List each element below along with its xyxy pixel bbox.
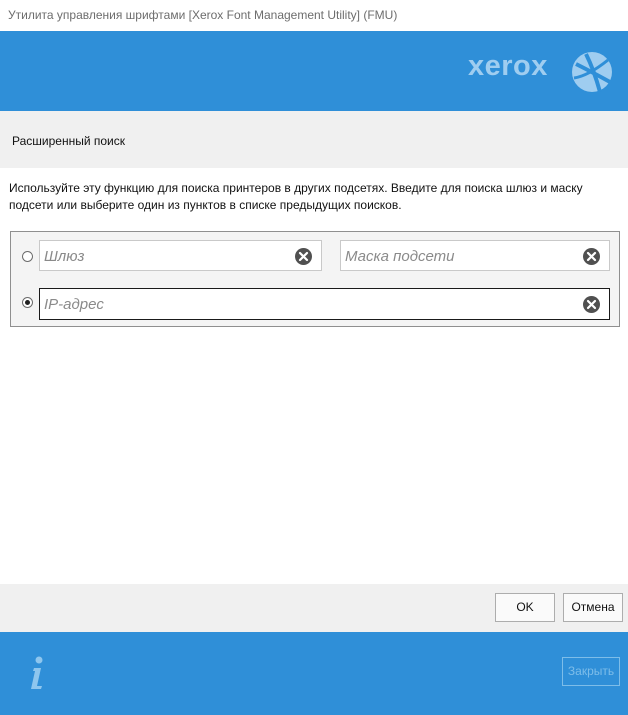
subnet-mask-input[interactable] [345, 245, 570, 267]
ok-button[interactable]: OK [495, 593, 555, 622]
xerox-logo-text: xerox [468, 50, 548, 82]
gateway-field[interactable] [39, 240, 322, 271]
section-title: Расширенный поиск [12, 134, 125, 148]
clear-ip-address-icon[interactable] [583, 296, 600, 313]
description-text: Используйте эту функцию для поиска принт… [9, 180, 609, 214]
close-button[interactable]: Закрыть [562, 657, 620, 686]
description-line-1: Используйте эту функцию для поиска принт… [9, 181, 583, 195]
ip-address-radio[interactable] [22, 297, 33, 308]
description-line-2: подсети или выберите один из пунктов в с… [9, 198, 402, 212]
subnet-mask-field[interactable] [340, 240, 610, 271]
xerox-logo-icon [572, 52, 612, 93]
clear-subnet-mask-icon[interactable] [583, 248, 600, 265]
ip-address-field[interactable] [39, 288, 610, 320]
gateway-subnet-radio[interactable] [22, 251, 33, 262]
ip-address-input[interactable] [44, 293, 564, 315]
title-bar: Утилита управления шрифтами [Xerox Font … [0, 0, 628, 31]
radio-selected-dot [25, 300, 30, 305]
gateway-input[interactable] [44, 245, 284, 267]
window-title: Утилита управления шрифтами [Xerox Font … [8, 8, 398, 22]
cancel-button[interactable]: Отмена [563, 593, 623, 622]
clear-gateway-icon[interactable] [295, 248, 312, 265]
section-header: Расширенный поиск [0, 111, 628, 168]
info-icon[interactable] [27, 655, 47, 691]
search-panel [10, 231, 620, 327]
bottom-bar [0, 632, 628, 715]
